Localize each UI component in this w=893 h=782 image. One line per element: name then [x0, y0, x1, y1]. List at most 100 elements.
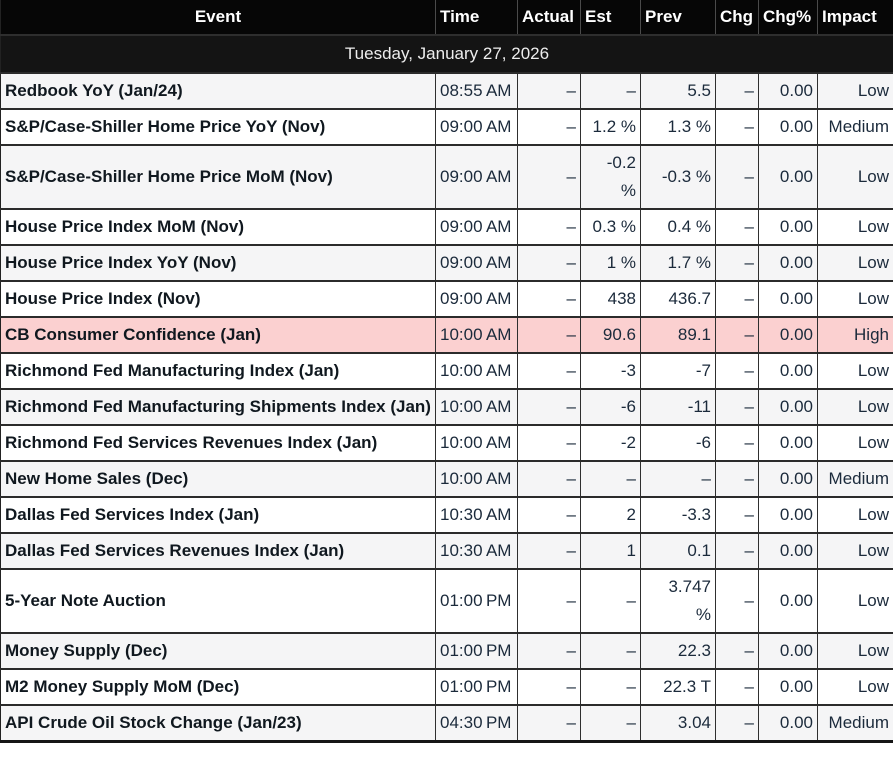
chgpct-cell: 0.00 [759, 389, 818, 425]
chg-cell: – [716, 569, 759, 633]
impact-cell: Low [818, 209, 893, 245]
chgpct-cell: 0.00 [759, 497, 818, 533]
chg-cell: – [716, 73, 759, 109]
prev-cell: 5.5 [641, 73, 716, 109]
chgpct-cell: 0.00 [759, 461, 818, 497]
chg-cell: – [716, 669, 759, 705]
chgpct-cell: 0.00 [759, 669, 818, 705]
impact-cell: Low [818, 533, 893, 569]
event-row[interactable]: Dallas Fed Services Index (Jan)10:30 AM–… [1, 497, 893, 533]
event-cell: CB Consumer Confidence (Jan) [1, 317, 436, 353]
time-cell: 01:00 PM [436, 633, 518, 669]
event-cell: House Price Index MoM (Nov) [1, 209, 436, 245]
event-row[interactable]: Money Supply (Dec)01:00 PM––22.3–0.00Low [1, 633, 893, 669]
impact-cell: Low [818, 633, 893, 669]
est-cell: – [581, 705, 641, 742]
prev-cell: -6 [641, 425, 716, 461]
chgpct-cell: 0.00 [759, 281, 818, 317]
event-cell: Dallas Fed Services Revenues Index (Jan) [1, 533, 436, 569]
event-row[interactable]: 5-Year Note Auction01:00 PM––3.747 %–0.0… [1, 569, 893, 633]
date-header-row: Tuesday, January 27, 2026 [1, 35, 893, 73]
impact-cell: Low [818, 669, 893, 705]
est-cell: – [581, 461, 641, 497]
event-row[interactable]: Redbook YoY (Jan/24)08:55 AM––5.5–0.00Lo… [1, 73, 893, 109]
event-row[interactable]: M2 Money Supply MoM (Dec)01:00 PM––22.3 … [1, 669, 893, 705]
column-header-event: Event [1, 0, 436, 35]
event-row[interactable]: Richmond Fed Manufacturing Index (Jan)10… [1, 353, 893, 389]
est-cell: 1 [581, 533, 641, 569]
event-row[interactable]: House Price Index MoM (Nov)09:00 AM–0.3 … [1, 209, 893, 245]
event-cell: 5-Year Note Auction [1, 569, 436, 633]
chg-cell: – [716, 389, 759, 425]
prev-cell: 89.1 [641, 317, 716, 353]
event-row[interactable]: Dallas Fed Services Revenues Index (Jan)… [1, 533, 893, 569]
chg-cell: – [716, 633, 759, 669]
actual-cell: – [518, 425, 581, 461]
chg-cell: – [716, 317, 759, 353]
chg-cell: – [716, 461, 759, 497]
chg-cell: – [716, 705, 759, 742]
chg-cell: – [716, 281, 759, 317]
event-row[interactable]: API Crude Oil Stock Change (Jan/23)04:30… [1, 705, 893, 742]
actual-cell: – [518, 569, 581, 633]
impact-cell: Low [818, 425, 893, 461]
event-row[interactable]: S&P/Case-Shiller Home Price YoY (Nov)09:… [1, 109, 893, 145]
chg-cell: – [716, 109, 759, 145]
time-cell: 04:30 PM [436, 705, 518, 742]
time-cell: 01:00 PM [436, 569, 518, 633]
date-header: Tuesday, January 27, 2026 [1, 35, 893, 73]
actual-cell: – [518, 109, 581, 145]
event-cell: House Price Index (Nov) [1, 281, 436, 317]
event-cell: New Home Sales (Dec) [1, 461, 436, 497]
prev-cell: 22.3 [641, 633, 716, 669]
impact-cell: Low [818, 245, 893, 281]
prev-cell: 0.1 [641, 533, 716, 569]
time-cell: 10:00 AM [436, 353, 518, 389]
table-header: EventTimeActualEstPrevChgChg%Impact [1, 0, 893, 35]
event-row[interactable]: House Price Index YoY (Nov)09:00 AM–1 %1… [1, 245, 893, 281]
actual-cell: – [518, 389, 581, 425]
event-cell: API Crude Oil Stock Change (Jan/23) [1, 705, 436, 742]
actual-cell: – [518, 353, 581, 389]
chgpct-cell: 0.00 [759, 317, 818, 353]
est-cell: 438 [581, 281, 641, 317]
time-cell: 10:30 AM [436, 533, 518, 569]
column-header-actual: Actual [518, 0, 581, 35]
event-row[interactable]: S&P/Case-Shiller Home Price MoM (Nov)09:… [1, 145, 893, 209]
prev-cell: -0.3 % [641, 145, 716, 209]
event-row[interactable]: Richmond Fed Services Revenues Index (Ja… [1, 425, 893, 461]
actual-cell: – [518, 281, 581, 317]
impact-cell: Low [818, 389, 893, 425]
est-cell: -2 [581, 425, 641, 461]
est-cell: – [581, 73, 641, 109]
column-header-time: Time [436, 0, 518, 35]
event-cell: Richmond Fed Services Revenues Index (Ja… [1, 425, 436, 461]
time-cell: 10:30 AM [436, 497, 518, 533]
column-header-chgpct: Chg% [759, 0, 818, 35]
actual-cell: – [518, 145, 581, 209]
est-cell: -6 [581, 389, 641, 425]
event-row[interactable]: New Home Sales (Dec)10:00 AM––––0.00Medi… [1, 461, 893, 497]
event-row[interactable]: CB Consumer Confidence (Jan)10:00 AM–90.… [1, 317, 893, 353]
time-cell: 09:00 AM [436, 109, 518, 145]
impact-cell: Medium [818, 461, 893, 497]
prev-cell: -7 [641, 353, 716, 389]
chg-cell: – [716, 533, 759, 569]
event-row[interactable]: House Price Index (Nov)09:00 AM–438436.7… [1, 281, 893, 317]
event-row[interactable]: Richmond Fed Manufacturing Shipments Ind… [1, 389, 893, 425]
column-header-chg: Chg [716, 0, 759, 35]
column-header-est: Est [581, 0, 641, 35]
prev-cell: 3.04 [641, 705, 716, 742]
impact-cell: Low [818, 497, 893, 533]
est-cell: 0.3 % [581, 209, 641, 245]
actual-cell: – [518, 533, 581, 569]
impact-cell: Medium [818, 705, 893, 742]
chgpct-cell: 0.00 [759, 705, 818, 742]
prev-cell: -3.3 [641, 497, 716, 533]
time-cell: 09:00 AM [436, 281, 518, 317]
actual-cell: – [518, 705, 581, 742]
prev-cell: – [641, 461, 716, 497]
event-cell: Redbook YoY (Jan/24) [1, 73, 436, 109]
est-cell: 2 [581, 497, 641, 533]
prev-cell: 0.4 % [641, 209, 716, 245]
